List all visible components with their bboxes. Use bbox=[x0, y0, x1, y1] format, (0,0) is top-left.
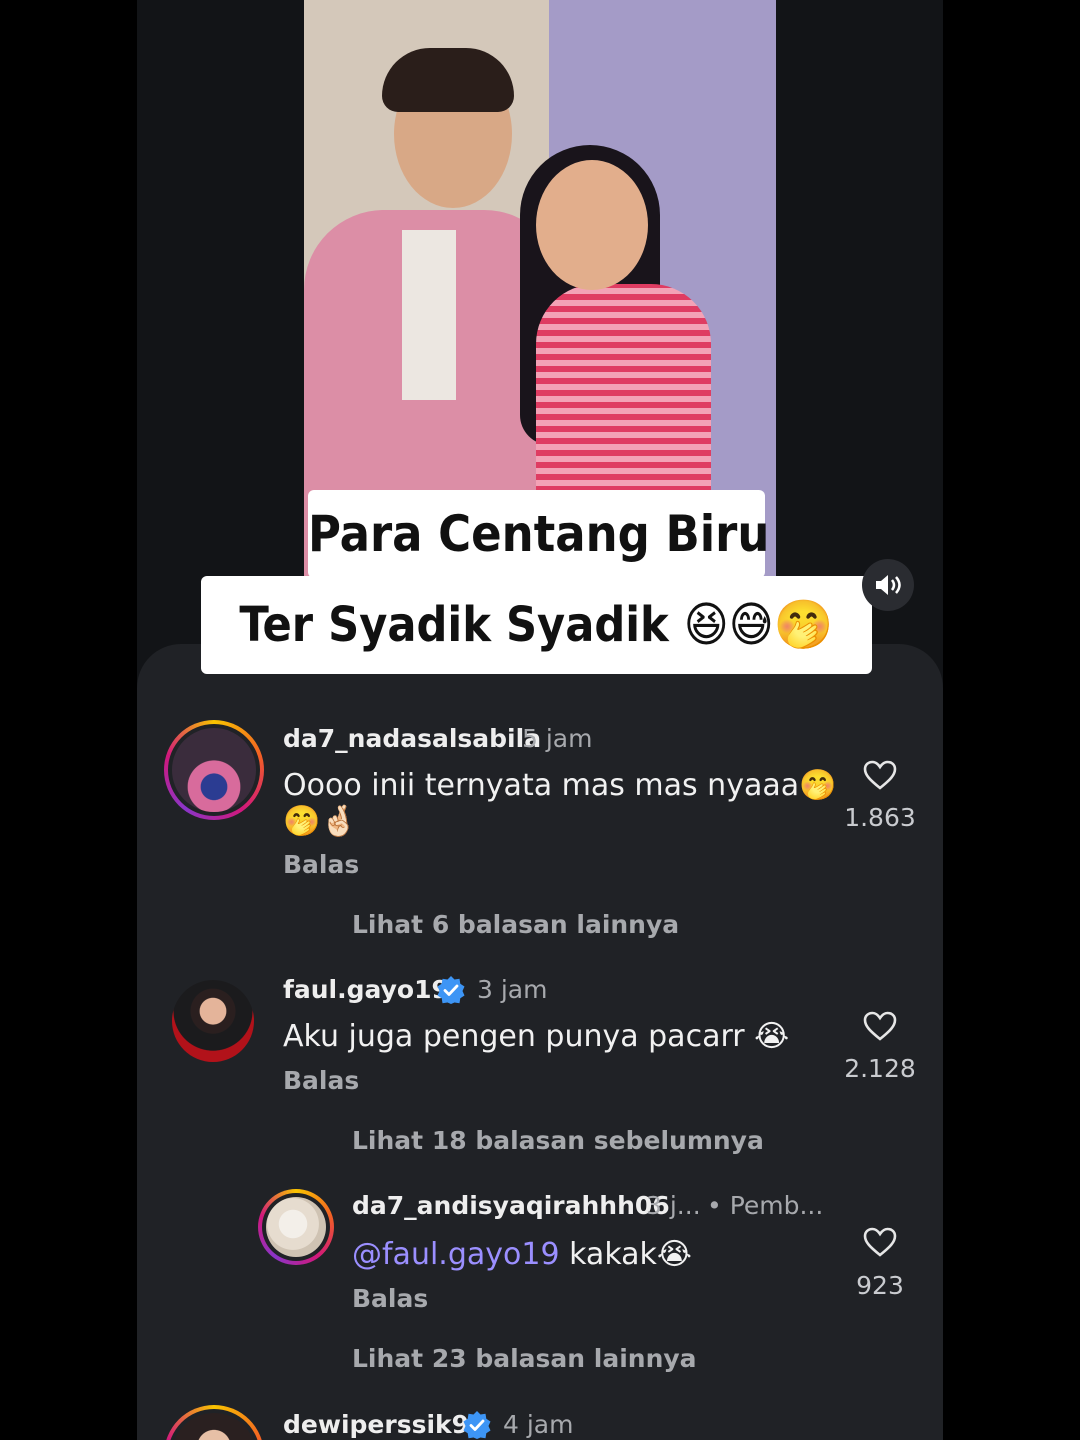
video-caption-line1: Para Centang Biru bbox=[308, 490, 769, 578]
verified-badge-icon bbox=[463, 1411, 491, 1439]
reply-button[interactable]: Balas bbox=[283, 850, 359, 879]
comment-time: 5 jam bbox=[522, 724, 593, 753]
person-woman-face bbox=[536, 160, 648, 290]
mention-link[interactable]: @faul.gayo19 bbox=[352, 1237, 560, 1272]
avatar[interactable] bbox=[258, 1189, 334, 1265]
person-man-shirt bbox=[402, 230, 456, 400]
avatar-frame bbox=[262, 1193, 330, 1261]
comment-text: Aku juga pengen punya pacarr 😭 bbox=[283, 1019, 790, 1054]
comment-username[interactable]: faul.gayo19 bbox=[283, 975, 449, 1004]
comment-time: 4 jam bbox=[503, 1410, 574, 1439]
like-count: 2.128 bbox=[844, 1054, 916, 1083]
heart-icon[interactable] bbox=[862, 1010, 898, 1042]
sound-button[interactable] bbox=[862, 559, 914, 611]
avatar-image bbox=[172, 1413, 256, 1440]
reply-username[interactable]: da7_andisyaqirahhh06 bbox=[352, 1191, 670, 1220]
reply-text-body: kakak😭 bbox=[559, 1237, 692, 1272]
speaker-icon bbox=[876, 575, 901, 595]
comment-text-continued: 🤭🤞🏻 bbox=[283, 804, 358, 839]
comment-text: Oooo inii ternyata mas mas nyaaa🤭 bbox=[283, 768, 837, 803]
avatar-image bbox=[266, 1197, 326, 1257]
avatar-image bbox=[172, 728, 256, 812]
like-count: 1.863 bbox=[844, 803, 916, 832]
app-screen: Para Centang Biru Ter Syadik Syadik 😆😅🤭 … bbox=[137, 0, 943, 1440]
avatar[interactable] bbox=[172, 980, 254, 1062]
comment-username[interactable]: da7_nadasalsabila bbox=[283, 724, 541, 753]
reply-button[interactable]: Balas bbox=[352, 1284, 428, 1313]
verified-badge-icon bbox=[437, 976, 465, 1004]
view-more-replies[interactable]: Lihat 6 balasan lainnya bbox=[352, 910, 679, 939]
reply-button[interactable]: Balas bbox=[283, 1066, 359, 1095]
view-more-replies[interactable]: Lihat 23 balasan lainnya bbox=[352, 1344, 697, 1373]
video-caption-line2: Ter Syadik Syadik 😆😅🤭 bbox=[201, 576, 872, 674]
heart-icon[interactable] bbox=[862, 759, 898, 791]
avatar[interactable] bbox=[164, 720, 264, 820]
comment-time: 3 jam bbox=[477, 975, 548, 1004]
reply-time: 3 j... bbox=[646, 1191, 701, 1220]
reply-author-tag: • Pemb... bbox=[707, 1191, 824, 1220]
person-man-hair bbox=[382, 48, 514, 112]
avatar-frame bbox=[168, 724, 260, 816]
like-count: 923 bbox=[856, 1271, 904, 1300]
view-previous-replies[interactable]: Lihat 18 balasan sebelumnya bbox=[352, 1126, 764, 1155]
heart-icon[interactable] bbox=[862, 1226, 898, 1258]
comment-username[interactable]: dewiperssik9 bbox=[283, 1410, 469, 1439]
reply-text: @faul.gayo19 kakak😭 bbox=[352, 1237, 692, 1272]
